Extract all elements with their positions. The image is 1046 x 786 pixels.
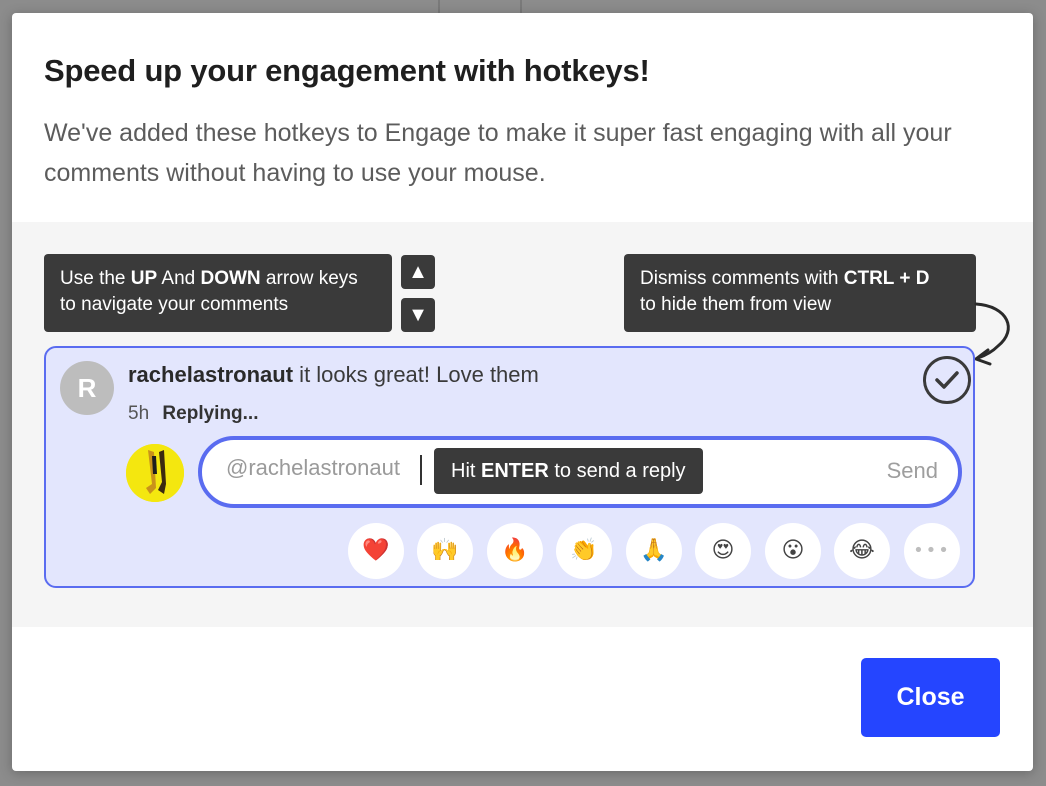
commenter-avatar: R [60, 361, 114, 415]
navigate-tooltip-line2: to navigate your comments [60, 294, 289, 315]
enter-tooltip: Hit ENTER to send a reply [434, 448, 703, 494]
comment-card[interactable]: R rachelastronaut it looks great! Love t… [44, 346, 975, 588]
backdrop-divider [438, 0, 440, 13]
dismiss-check-icon[interactable] [923, 356, 971, 404]
tooltip-text: arrow keys [260, 268, 358, 289]
heart-eyes-icon[interactable]: 😍 [695, 523, 751, 579]
up-key-label: UP [130, 268, 158, 289]
dismiss-tooltip: Dismiss comments with CTRL + D to hide t… [624, 254, 976, 332]
replying-status: Replying... [162, 403, 259, 424]
reply-box[interactable]: Hit ENTER to send a reply Send [198, 436, 962, 508]
tooltip-text: to send a reply [548, 460, 686, 482]
hotkey-demo-area: Use the UP And DOWN arrow keys to naviga… [12, 222, 1033, 627]
comment-text-line: rachelastronaut it looks great! Love the… [128, 362, 539, 388]
tooltip-text: Dismiss comments with [640, 268, 844, 289]
comment-text: it looks great! Love them [293, 362, 539, 387]
raised-hands-icon[interactable]: 🙌 [417, 523, 473, 579]
modal-title: Speed up your engagement with hotkeys! [44, 53, 650, 88]
reply-input[interactable] [226, 455, 426, 481]
send-button[interactable]: Send [887, 458, 938, 484]
curved-arrow-icon [974, 302, 1010, 366]
ctrl-d-key-label: CTRL + D [843, 268, 930, 289]
user-avatar [126, 444, 184, 502]
tooltip-text: Use the [60, 268, 131, 289]
hotkeys-modal: Speed up your engagement with hotkeys! W… [12, 13, 1033, 771]
navigate-tooltip-line1: Use the UP And DOWN arrow keys [60, 266, 376, 292]
more-reactions-icon[interactable]: ••• [904, 523, 960, 579]
tooltip-text: Hit [451, 460, 481, 482]
fire-icon[interactable]: 🔥 [487, 523, 543, 579]
text-caret [420, 455, 422, 485]
modal-description: We've added these hotkeys to Engage to m… [44, 119, 952, 187]
comment-meta: 5h Replying... [128, 403, 259, 425]
close-button[interactable]: Close [861, 658, 1000, 737]
tooltip-text: And [157, 268, 201, 289]
avatar-illustration-icon [126, 444, 184, 502]
folded-hands-icon[interactable]: 🙏 [626, 523, 682, 579]
astonished-face-icon[interactable]: 😮 [765, 523, 821, 579]
up-arrow-key-icon: ▲ [401, 255, 435, 289]
checkmark-icon [935, 371, 959, 389]
heart-icon[interactable]: ❤️ [348, 523, 404, 579]
backdrop-divider [520, 0, 522, 13]
dismiss-tooltip-line1: Dismiss comments with CTRL + D [640, 266, 960, 292]
enter-key-label: ENTER [481, 460, 549, 482]
comment-username[interactable]: rachelastronaut [128, 362, 293, 387]
navigate-tooltip: Use the UP And DOWN arrow keys to naviga… [44, 254, 392, 332]
clapping-hands-icon[interactable]: 👏 [556, 523, 612, 579]
down-arrow-key-icon: ▼ [401, 298, 435, 332]
down-key-label: DOWN [200, 268, 261, 289]
comment-time: 5h [128, 403, 150, 424]
tears-of-joy-icon[interactable]: 😂 [834, 523, 890, 579]
dismiss-tooltip-line2: to hide them from view [640, 294, 832, 315]
